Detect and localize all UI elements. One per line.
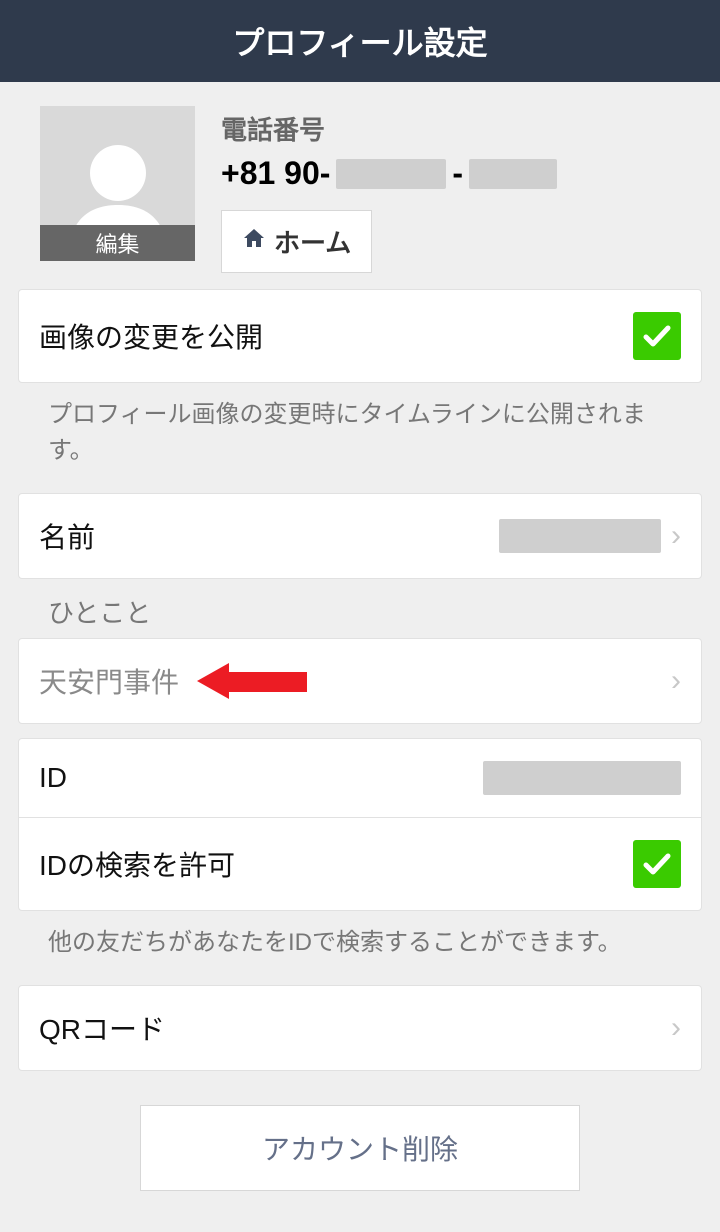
row-name[interactable]: 名前 › <box>19 494 701 578</box>
row-publish-image-change[interactable]: 画像の変更を公開 <box>19 290 701 382</box>
id-value-masked <box>483 761 681 795</box>
avatar-edit-label[interactable]: 編集 <box>40 225 195 261</box>
chevron-right-icon: › <box>671 1011 681 1045</box>
delete-account-button[interactable]: アカウント削除 <box>140 1105 580 1191</box>
phone-column: 電話番号 +81 90- - ホーム <box>221 106 702 273</box>
phone-prefix: +81 90- <box>221 155 330 192</box>
row-id[interactable]: ID <box>19 739 701 817</box>
red-arrow-annotation <box>197 663 307 699</box>
name-value-masked <box>499 519 661 553</box>
avatar[interactable]: 編集 <box>40 106 195 261</box>
phone-mask-2 <box>469 159 557 189</box>
page-title: プロフィール設定 <box>232 18 487 64</box>
row-label: QRコード <box>39 1008 165 1048</box>
phone-sep: - <box>452 155 463 192</box>
publish-image-help: プロフィール画像の変更時にタイムラインに公開されます。 <box>18 383 702 493</box>
id-search-help: 他の友だちがあなたをIDで検索することができます。 <box>18 911 702 985</box>
row-qr-code[interactable]: QRコード › <box>19 986 701 1070</box>
row-label: ID <box>39 762 67 794</box>
row-status-message[interactable]: 天安門事件 › <box>19 639 701 723</box>
row-allow-id-search[interactable]: IDの検索を許可 <box>19 817 701 910</box>
row-label: 画像の変更を公開 <box>39 316 263 356</box>
checkbox-checked-icon[interactable] <box>633 840 681 888</box>
chevron-right-icon: › <box>671 664 681 698</box>
content: 編集 電話番号 +81 90- - ホーム 画像の変更を公開 <box>0 82 720 1191</box>
status-message-value: 天安門事件 <box>39 661 179 701</box>
home-button[interactable]: ホーム <box>221 210 372 273</box>
header: プロフィール設定 <box>0 0 720 82</box>
status-section-label: ひとこと <box>18 579 702 638</box>
phone-label: 電話番号 <box>221 110 702 147</box>
profile-section: 編集 電話番号 +81 90- - ホーム <box>0 82 720 289</box>
row-label: IDの検索を許可 <box>39 844 235 884</box>
home-button-label: ホーム <box>274 223 351 260</box>
phone-mask-1 <box>336 159 446 189</box>
row-label: 名前 <box>39 516 95 556</box>
chevron-right-icon: › <box>671 519 681 553</box>
home-icon <box>242 226 266 257</box>
phone-value: +81 90- - <box>221 155 702 192</box>
checkbox-checked-icon[interactable] <box>633 312 681 360</box>
